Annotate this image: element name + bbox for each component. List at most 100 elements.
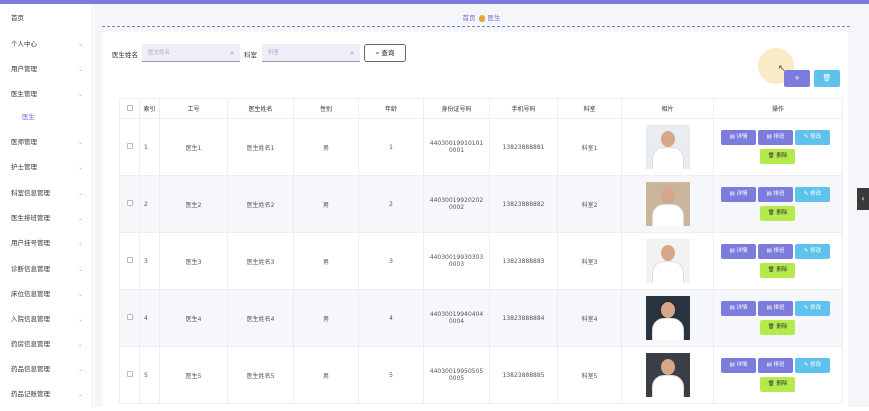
cell-id: 医生2 bbox=[159, 175, 228, 233]
row-select[interactable] bbox=[119, 232, 140, 290]
sidebar-item-label: 入院信息管理 bbox=[11, 315, 50, 323]
table-header-row: 索引 工号 医生姓名 性别 年龄 身份证号码 手机号码 科室 相片 操作 bbox=[119, 98, 843, 119]
checkbox[interactable] bbox=[126, 257, 133, 263]
edit-button[interactable]: ✎ 修改 bbox=[795, 130, 830, 145]
doctor-photo[interactable] bbox=[645, 125, 690, 169]
sidebar-item-admission-mgmt[interactable]: 入院信息管理 ⌄ bbox=[0, 307, 93, 332]
checkbox[interactable] bbox=[126, 371, 133, 377]
photo-figure bbox=[651, 261, 684, 283]
row-select[interactable] bbox=[119, 175, 140, 233]
sidebar-item-registration-mgmt[interactable]: 用户挂号管理 ⌄ bbox=[0, 231, 93, 256]
cell-age: 5 bbox=[358, 346, 424, 404]
row-select[interactable] bbox=[119, 346, 140, 404]
edit-button[interactable]: ✎ 修改 bbox=[795, 301, 830, 316]
schedule-button[interactable]: ▤ 排班 bbox=[758, 244, 793, 259]
query-label: 查询 bbox=[381, 49, 395, 57]
sidebar-item-home[interactable]: 首页 bbox=[0, 6, 93, 31]
search-icon: ⌕ bbox=[350, 49, 354, 57]
doctor-table: 索引 工号 医生姓名 性别 年龄 身份证号码 手机号码 科室 相片 操作 1 医… bbox=[119, 98, 843, 404]
detail-button[interactable]: ▤ 详情 bbox=[721, 358, 756, 373]
table-row: 4 医生4 医生姓名4 男 4 44030019940404 0004 13823… bbox=[119, 289, 843, 347]
cell-age: 2 bbox=[358, 175, 424, 233]
dept-placeholder: 科室 bbox=[268, 50, 280, 56]
idcard-line2: 0005 bbox=[448, 375, 465, 382]
detail-button[interactable]: ▤ 详情 bbox=[721, 244, 756, 259]
doctor-photo[interactable] bbox=[645, 353, 690, 397]
divider bbox=[102, 26, 850, 27]
delete-button[interactable]: 🗑 删除 bbox=[760, 263, 795, 278]
sidebar-item-label: 诊断信息管理 bbox=[11, 265, 50, 273]
add-button[interactable]: + bbox=[784, 70, 810, 87]
doctor-name-placeholder: 医生姓名 bbox=[148, 50, 171, 56]
chevron-down-icon: ⌄ bbox=[77, 341, 83, 348]
sidebar-item-label: 首页 bbox=[11, 14, 24, 22]
sidebar-item-dept-mgmt[interactable]: 科室信息管理 ⌄ bbox=[0, 181, 93, 206]
sidebar-item-label: 药品记账管理 bbox=[11, 390, 50, 398]
edit-button[interactable]: ✎ 修改 bbox=[795, 358, 830, 373]
dept-input[interactable]: 科室 ⌕ bbox=[262, 44, 360, 62]
row-select[interactable] bbox=[119, 118, 140, 176]
cell-idcard: 44030019910101 0001 bbox=[423, 118, 490, 176]
sidebar-item-label: 个人中心 bbox=[11, 40, 37, 48]
header-cell: 工号 bbox=[159, 98, 228, 119]
sidebar-item-pharmacy-mgmt[interactable]: 药房信息管理 ⌄ bbox=[0, 332, 93, 357]
cell-ops: ▤ 详情 ▤ 排班 ✎ 修改🗑 删除 bbox=[713, 118, 843, 176]
delete-button[interactable]: 🗑 删除 bbox=[760, 149, 795, 164]
detail-button[interactable]: ▤ 详情 bbox=[721, 301, 756, 316]
doctor-name-input[interactable]: 医生姓名 ⌕ bbox=[142, 44, 240, 62]
delete-button[interactable]: 🗑 删除 bbox=[760, 320, 795, 335]
doctor-photo[interactable] bbox=[645, 182, 690, 226]
checkbox[interactable] bbox=[126, 143, 133, 149]
cell-phone: 13823888881 bbox=[489, 118, 558, 176]
header-select-all[interactable] bbox=[119, 98, 140, 119]
cell-idcard: 44030019950505 0005 bbox=[423, 346, 490, 404]
batch-delete-button[interactable]: 🗑 bbox=[814, 70, 840, 87]
doctor-photo[interactable] bbox=[645, 239, 690, 283]
detail-button[interactable]: ▤ 详情 bbox=[721, 187, 756, 202]
detail-label: 详情 bbox=[736, 134, 748, 140]
edit-button[interactable]: ✎ 修改 bbox=[795, 244, 830, 259]
photo-head bbox=[660, 302, 675, 318]
sidebar-item-label: 医师管理 bbox=[11, 138, 37, 146]
sidebar-item-bed-mgmt[interactable]: 床位信息管理 ⌄ bbox=[0, 282, 93, 307]
delete-button[interactable]: 🗑 删除 bbox=[760, 377, 795, 392]
doctor-photo[interactable] bbox=[645, 296, 690, 340]
edit-button[interactable]: ✎ 修改 bbox=[795, 187, 830, 202]
idcard-line2: 0001 bbox=[448, 147, 465, 154]
sidebar-item-label: 用户挂号管理 bbox=[11, 239, 50, 247]
detail-button[interactable]: ▤ 详情 bbox=[721, 130, 756, 145]
breadcrumb-home[interactable]: 首页 bbox=[463, 14, 476, 22]
schedule-button[interactable]: ▤ 排班 bbox=[758, 187, 793, 202]
schedule-button[interactable]: ▤ 排班 bbox=[758, 358, 793, 373]
query-button[interactable]: ⌕ 查询 bbox=[364, 44, 406, 62]
cell-id: 医生4 bbox=[159, 289, 228, 347]
cell-gender: 男 bbox=[293, 118, 359, 176]
cell-index: 2 bbox=[139, 175, 160, 233]
sidebar-item-nurse-mgmt[interactable]: 护士管理 ⌄ bbox=[0, 155, 93, 180]
checkbox[interactable] bbox=[126, 200, 133, 206]
sidebar-item-drug-billing-mgmt[interactable]: 药品记账管理 ⌄ bbox=[0, 382, 93, 407]
delete-label: 删除 bbox=[776, 210, 788, 216]
detail-label: 详情 bbox=[736, 305, 748, 311]
collapse-panel-toggle[interactable]: ‹ bbox=[857, 188, 869, 210]
sidebar-item-doctor-mgmt[interactable]: 医生管理 ⌄ bbox=[0, 82, 93, 107]
sidebar-item-drug-mgmt[interactable]: 药品信息管理 ⌄ bbox=[0, 357, 93, 382]
content-card: 医生姓名 医生姓名 ⌕ 科室 科室 ⌕ ⌕ 查询 + 🗑 ↖ 索引 工号 医生姓名 … bbox=[102, 32, 848, 411]
schedule-button[interactable]: ▤ 排班 bbox=[758, 301, 793, 316]
sidebar-item-profile[interactable]: 个人中心 ⌄ bbox=[0, 32, 93, 57]
sidebar-item-users[interactable]: 用户管理 ⌄ bbox=[0, 57, 93, 82]
main-area: 首页 医生 医生姓名 医生姓名 ⌕ 科室 科室 ⌕ ⌕ 查询 + 🗑 ↖ 索引 工号 … bbox=[94, 4, 869, 411]
sidebar-subitem-doctor[interactable]: 医生 bbox=[0, 105, 93, 130]
sidebar-item-physician-mgmt[interactable]: 医师管理 ⌄ bbox=[0, 130, 93, 155]
chevron-down-icon: ⌄ bbox=[77, 215, 83, 222]
delete-button[interactable]: 🗑 删除 bbox=[760, 206, 795, 221]
row-select[interactable] bbox=[119, 289, 140, 347]
delete-label: 删除 bbox=[776, 153, 788, 159]
checkbox[interactable] bbox=[126, 104, 133, 111]
checkbox[interactable] bbox=[126, 314, 133, 320]
schedule-button[interactable]: ▤ 排班 bbox=[758, 130, 793, 145]
sidebar-item-diagnosis-mgmt[interactable]: 诊断信息管理 ⌄ bbox=[0, 257, 93, 282]
chevron-down-icon: ⌄ bbox=[77, 41, 83, 48]
breadcrumb-current: 医生 bbox=[487, 14, 501, 22]
sidebar-item-schedule-mgmt[interactable]: 医生排班管理 ⌄ bbox=[0, 206, 93, 231]
